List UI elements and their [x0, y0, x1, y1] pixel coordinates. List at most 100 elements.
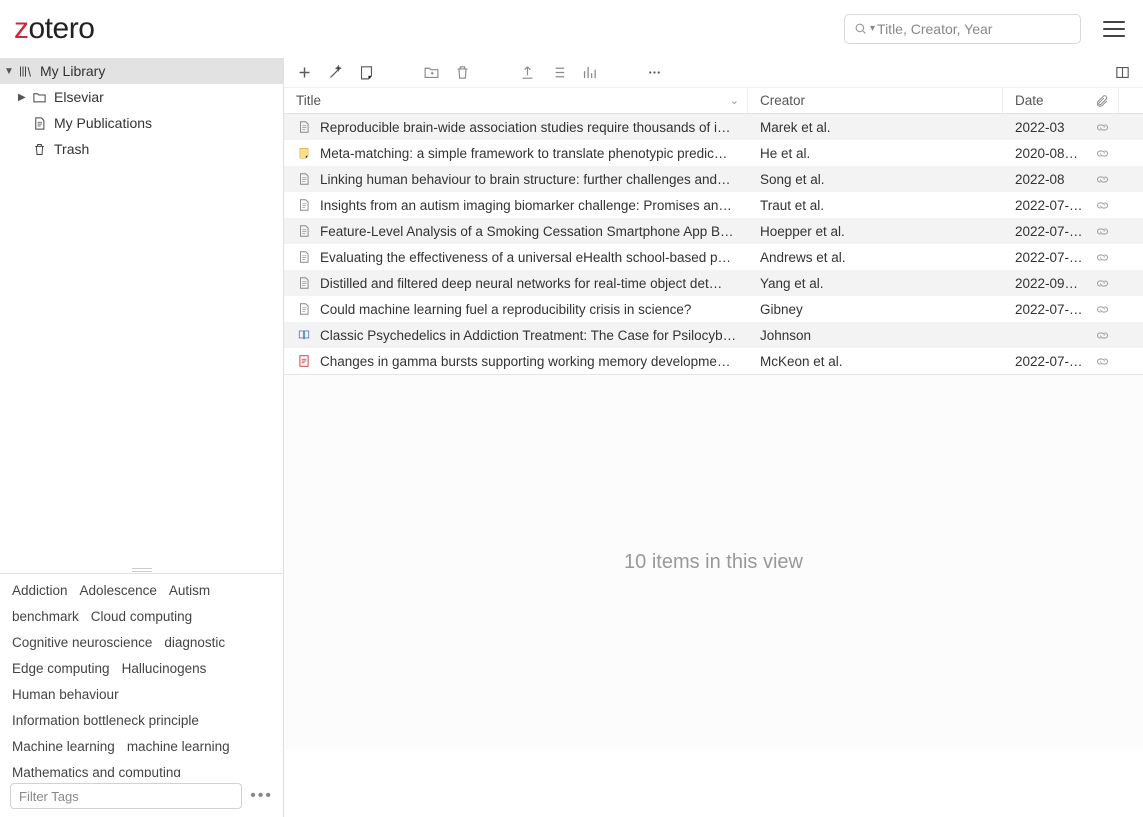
col-header-title[interactable]: Title⌄ — [284, 88, 748, 113]
item-title: Distilled and filtered deep neural netwo… — [320, 276, 722, 291]
chevron-down-icon: ▾ — [870, 23, 875, 34]
table-row[interactable]: Changes in gamma bursts supporting worki… — [284, 348, 1143, 374]
item-detail-pane: 10 items in this view — [284, 374, 1143, 750]
tag-item[interactable]: Autism — [169, 582, 210, 600]
tag-item[interactable]: Machine learning — [12, 738, 115, 756]
sidebar-item-label: My Publications — [54, 115, 152, 131]
item-title: Changes in gamma bursts supporting worki… — [320, 354, 730, 369]
doc-icon — [296, 119, 312, 135]
item-creator: Song et al. — [760, 172, 825, 187]
item-title: Meta-matching: a simple framework to tra… — [320, 146, 727, 161]
sidebar-item-label: Elseviar — [54, 89, 104, 105]
item-creator: Gibney — [760, 302, 803, 317]
link-icon — [1095, 250, 1110, 265]
table-row[interactable]: Evaluating the effectiveness of a univer… — [284, 244, 1143, 270]
doc-icon — [296, 197, 312, 213]
item-title: Could machine learning fuel a reproducib… — [320, 302, 691, 317]
tag-item[interactable]: diagnostic — [164, 634, 225, 652]
chevron-down-icon: ⌄ — [730, 94, 739, 107]
column-picker-button[interactable] — [1114, 64, 1131, 81]
sidebar-item-trash[interactable]: Trash — [0, 136, 283, 162]
tags-list: Addiction Adolescence Autism benchmark Cloud… — [0, 574, 283, 777]
export-button[interactable] — [519, 64, 536, 81]
sidebar-item-elseviar[interactable]: ▶ Elseviar — [0, 84, 283, 110]
table-row[interactable]: Linking human behaviour to brain structu… — [284, 166, 1143, 192]
item-date: 2022-07-… — [1015, 250, 1083, 265]
tag-item[interactable]: Edge computing — [12, 660, 110, 678]
sidebar: ▼ My Library▶ Elseviar My Publications T… — [0, 58, 284, 817]
new-item-button[interactable] — [296, 64, 313, 81]
app-logo: zotero — [14, 12, 94, 46]
sidebar-item-my-publications[interactable]: My Publications — [0, 110, 283, 136]
library-tree: ▼ My Library▶ Elseviar My Publications T… — [0, 58, 283, 567]
table-row[interactable]: Insights from an autism imaging biomarke… — [284, 192, 1143, 218]
magic-wand-button[interactable] — [327, 64, 344, 81]
global-search[interactable]: ▾ — [844, 14, 1081, 44]
tag-item[interactable]: Information bottleneck principle — [12, 712, 199, 730]
new-note-button[interactable] — [358, 64, 375, 81]
create-bibliography-button[interactable] — [550, 64, 567, 81]
item-title: Evaluating the effectiveness of a univer… — [320, 250, 731, 265]
tag-item[interactable]: benchmark — [12, 608, 79, 626]
item-title: Feature-Level Analysis of a Smoking Cess… — [320, 224, 733, 239]
col-header-creator[interactable]: Creator — [748, 88, 1003, 113]
tag-item[interactable]: Human behaviour — [12, 686, 119, 704]
item-creator: Marek et al. — [760, 120, 831, 135]
attachment-icon — [1095, 94, 1109, 108]
tag-item[interactable]: Adolescence — [80, 582, 157, 600]
menu-button[interactable] — [1099, 17, 1129, 41]
search-input[interactable] — [877, 21, 1072, 37]
tag-item[interactable]: Addiction — [12, 582, 68, 600]
tag-item[interactable]: machine learning — [127, 738, 230, 756]
table-row[interactable]: Classic Psychedelics in Addiction Treatm… — [284, 322, 1143, 348]
col-header-attachment[interactable] — [1085, 88, 1119, 113]
doc-icon — [296, 249, 312, 265]
detail-message: 10 items in this view — [624, 551, 803, 574]
sidebar-item-my-library[interactable]: ▼ My Library — [0, 58, 283, 84]
sidebar-item-label: Trash — [54, 141, 89, 157]
tag-item[interactable]: Hallucinogens — [122, 660, 207, 678]
item-date: 2022-08 — [1015, 172, 1065, 187]
tag-item[interactable]: Mathematics and computing — [12, 764, 181, 777]
item-title: Reproducible brain-wide association stud… — [320, 120, 730, 135]
tag-item[interactable]: Cloud computing — [91, 608, 192, 626]
twisty-icon: ▶ — [18, 92, 30, 103]
link-icon — [1095, 328, 1110, 343]
item-date: 2022-03 — [1015, 120, 1065, 135]
item-title: Linking human behaviour to brain structu… — [320, 172, 731, 187]
tag-item[interactable]: Cognitive neuroscience — [12, 634, 152, 652]
item-creator: McKeon et al. — [760, 354, 843, 369]
link-icon — [1095, 198, 1110, 213]
column-headers: Title⌄ Creator Date — [284, 88, 1143, 114]
tag-filter-input[interactable] — [10, 783, 242, 809]
item-date: 2022-07-… — [1015, 198, 1083, 213]
item-creator: Traut et al. — [760, 198, 824, 213]
item-creator: Yang et al. — [760, 276, 824, 291]
twisty-icon: ▼ — [4, 66, 16, 77]
link-icon — [1095, 146, 1110, 161]
link-icon — [1095, 224, 1110, 239]
item-creator: Andrews et al. — [760, 250, 846, 265]
item-title: Classic Psychedelics in Addiction Treatm… — [320, 328, 736, 343]
col-header-date[interactable]: Date — [1003, 88, 1085, 113]
delete-button[interactable] — [454, 64, 471, 81]
book-icon — [296, 327, 312, 343]
stats-button[interactable] — [581, 64, 598, 81]
link-icon — [1095, 302, 1110, 317]
pdf-icon — [296, 353, 312, 369]
tags-more-button[interactable]: ••• — [250, 787, 273, 805]
note-icon — [296, 145, 312, 161]
add-to-collection-button[interactable] — [423, 64, 440, 81]
item-date: 2022-07-… — [1015, 354, 1083, 369]
app-header: zotero ▾ — [0, 0, 1143, 58]
link-icon — [1095, 120, 1110, 135]
table-row[interactable]: Feature-Level Analysis of a Smoking Cess… — [284, 218, 1143, 244]
table-row[interactable]: Meta-matching: a simple framework to tra… — [284, 140, 1143, 166]
table-row[interactable]: Distilled and filtered deep neural netwo… — [284, 270, 1143, 296]
item-creator: Johnson — [760, 328, 811, 343]
more-actions-button[interactable] — [646, 64, 663, 81]
table-row[interactable]: Could machine learning fuel a reproducib… — [284, 296, 1143, 322]
item-date: 2022-07-… — [1015, 224, 1083, 239]
table-row[interactable]: Reproducible brain-wide association stud… — [284, 114, 1143, 140]
doc-icon — [296, 301, 312, 317]
